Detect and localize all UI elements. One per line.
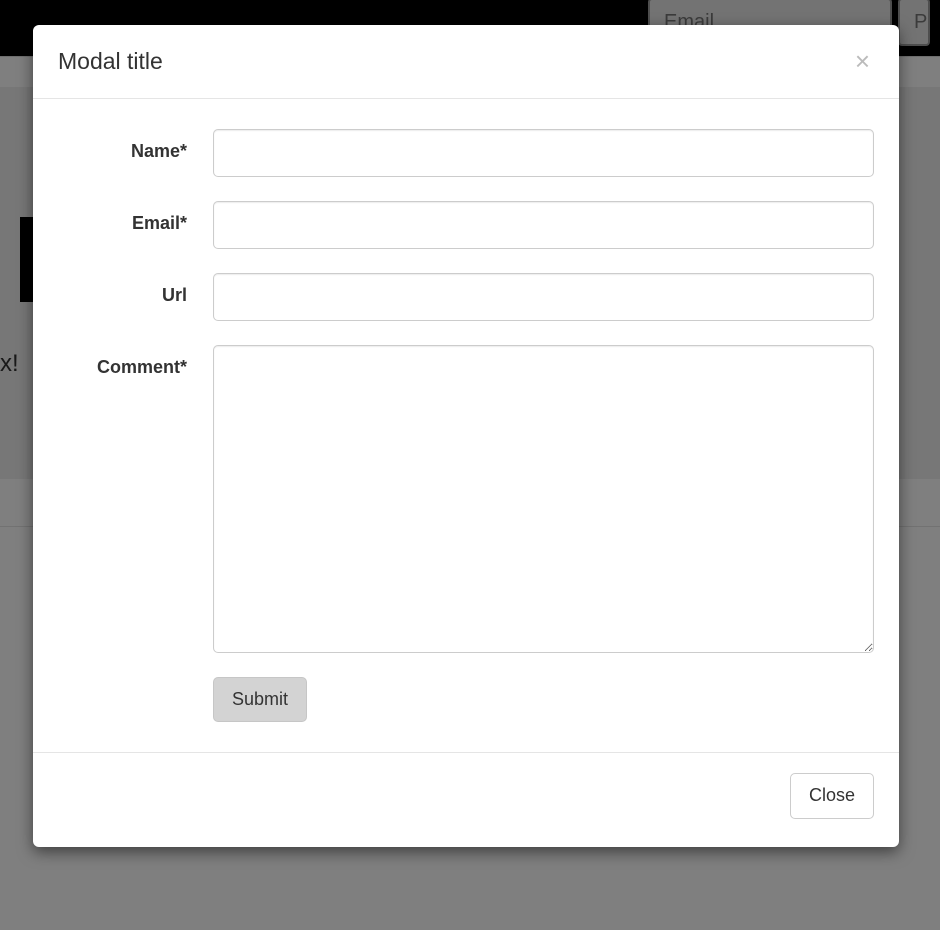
email-label: Email* [43,201,213,237]
modal-body: Name* Email* Url Comment* Submit [33,99,899,752]
close-icon[interactable]: × [851,48,874,74]
comment-label: Comment* [43,345,213,381]
modal-footer: Close [33,752,899,846]
name-label: Name* [43,129,213,165]
comment-textarea[interactable] [213,345,874,653]
form-group-name: Name* [43,129,874,177]
url-input[interactable] [213,273,874,321]
close-button[interactable]: Close [790,773,874,818]
url-label: Url [43,273,213,309]
name-input[interactable] [213,129,874,177]
modal-title: Modal title [58,45,163,78]
submit-button[interactable]: Submit [213,677,307,722]
form-group-comment: Comment* [43,345,874,653]
form-group-url: Url [43,273,874,321]
modal-header: Modal title × [33,25,899,99]
modal-dialog: Modal title × Name* Email* Url Comment* [33,25,899,847]
email-input[interactable] [213,201,874,249]
submit-row: Submit [43,677,874,722]
form-group-email: Email* [43,201,874,249]
